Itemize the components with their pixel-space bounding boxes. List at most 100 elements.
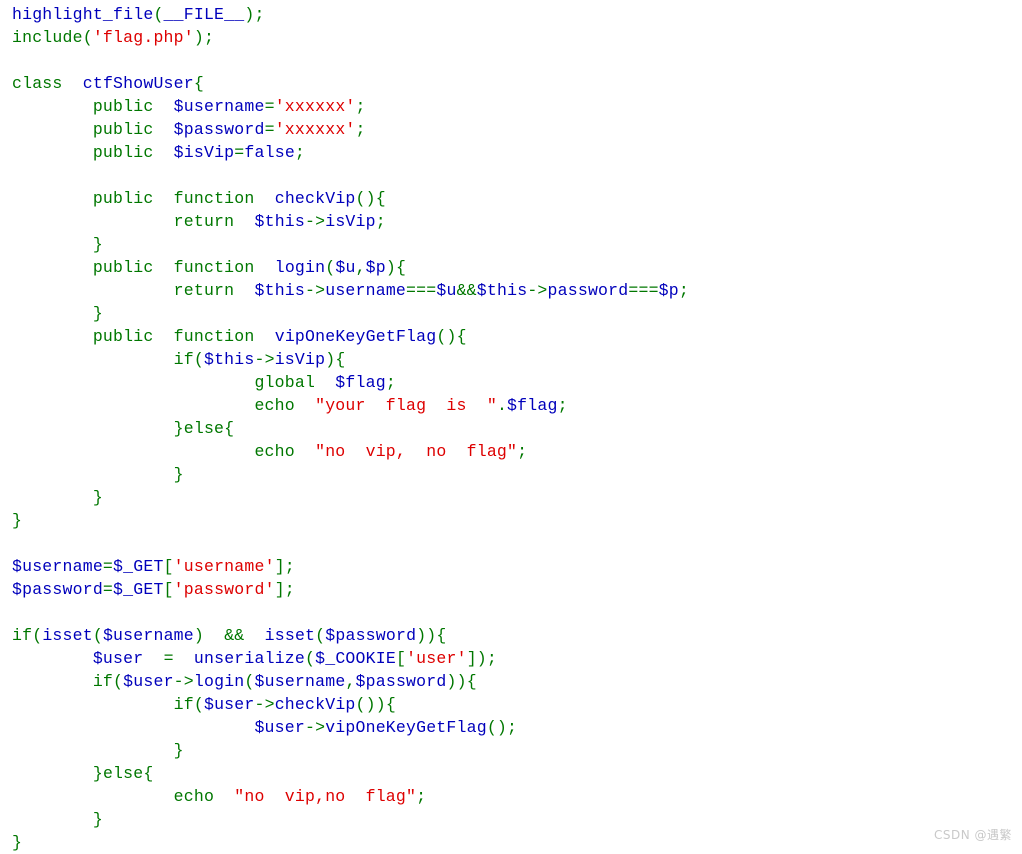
code-token: if: [92, 671, 114, 691]
code-token: =: [102, 556, 114, 576]
code-line: }else{: [12, 762, 689, 785]
code-token: $user: [203, 694, 255, 714]
code-token: ===: [628, 280, 659, 300]
code-token: $password: [325, 625, 417, 645]
code-token: 'xxxxxx': [274, 119, 356, 139]
code-token: ->: [305, 280, 326, 300]
code-token: }: [92, 234, 103, 254]
code-token: 'password': [173, 579, 275, 599]
code-token: unserialize: [193, 648, 306, 668]
code-token: {: [466, 671, 477, 691]
code-line: }: [12, 463, 689, 486]
code-line: public function checkVip(){: [12, 187, 689, 210]
code-token: $this: [254, 280, 305, 300]
code-line: include('flag.php');: [12, 26, 689, 49]
code-token: (): [355, 188, 376, 208]
code-line: public $isVip=false;: [12, 141, 689, 164]
code-line: highlight_file(__FILE__);: [12, 3, 689, 26]
code-token: $u: [436, 280, 457, 300]
code-lines-container: highlight_file(__FILE__); include('flag.p…: [12, 3, 689, 854]
code-token: ]: [466, 648, 477, 668]
code-line: }: [12, 302, 689, 325]
code-token: public: [92, 119, 154, 139]
code-token: ]: [274, 556, 285, 576]
code-token: 'username': [173, 556, 275, 576]
code-token: public: [92, 326, 154, 346]
code-token: (: [305, 648, 316, 668]
code-token: ;: [294, 142, 306, 162]
code-token: ): [193, 625, 204, 645]
code-token: global: [254, 372, 316, 392]
code-token: ;: [517, 441, 528, 461]
code-token: ;: [557, 395, 568, 415]
code-token: $_GET: [113, 579, 164, 599]
code-token: (: [315, 625, 326, 645]
code-token: ): [476, 648, 487, 668]
code-token: ;: [375, 211, 386, 231]
code-token: checkVip: [274, 694, 356, 714]
code-line: $password=$_GET['password'];: [12, 578, 689, 601]
code-token: {: [335, 349, 346, 369]
code-token: public: [92, 142, 154, 162]
code-token: 'flag.php': [92, 27, 194, 47]
code-token: }: [92, 763, 103, 783]
code-token: ->: [254, 694, 275, 714]
code-token: ): [385, 257, 396, 277]
code-line: echo "no vip,no flag";: [12, 785, 689, 808]
code-token: =: [264, 119, 275, 139]
code-token: $user: [254, 717, 305, 737]
code-line: global $flag;: [12, 371, 689, 394]
code-token: }: [92, 303, 103, 323]
code-line: public function vipOneKeyGetFlag(){: [12, 325, 689, 348]
code-token: $user: [92, 648, 144, 668]
code-token: (): [436, 326, 457, 346]
code-token: (: [113, 671, 124, 691]
php-source-code-listing[interactable]: highlight_file(__FILE__); include('flag.p…: [12, 3, 689, 854]
code-token: (: [193, 694, 204, 714]
code-token: class: [12, 73, 63, 93]
code-token: =: [163, 648, 174, 668]
code-token: $p: [365, 257, 386, 277]
code-token: (: [325, 257, 336, 277]
code-token: ->: [305, 211, 326, 231]
code-token: &&: [224, 625, 245, 645]
code-line: if($user->login($username,$password)){: [12, 670, 689, 693]
code-token: ->: [527, 280, 548, 300]
code-token: =: [102, 579, 114, 599]
code-line: return $this->username===$u&&$this->pass…: [12, 279, 689, 302]
code-token: .: [496, 395, 508, 415]
code-token: vipOneKeyGetFlag: [325, 717, 487, 737]
code-token: {: [456, 326, 467, 346]
code-line: if($this->isVip){: [12, 348, 689, 371]
page-root: highlight_file(__FILE__); include('flag.p…: [0, 0, 1022, 854]
code-token: (): [486, 717, 508, 737]
code-token: $password: [355, 671, 447, 691]
code-token: }: [92, 487, 103, 507]
code-token: highlight_file: [12, 4, 154, 24]
code-token: ;: [385, 372, 396, 392]
code-token: __FILE__: [163, 4, 245, 24]
code-token: ;: [486, 648, 498, 668]
code-line: if($user->checkVip()){: [12, 693, 689, 716]
code-token: =: [234, 142, 245, 162]
code-token: 'xxxxxx': [274, 96, 356, 116]
code-token: isVip: [274, 349, 326, 369]
code-token: if: [173, 694, 194, 714]
code-token: ): [193, 27, 204, 47]
